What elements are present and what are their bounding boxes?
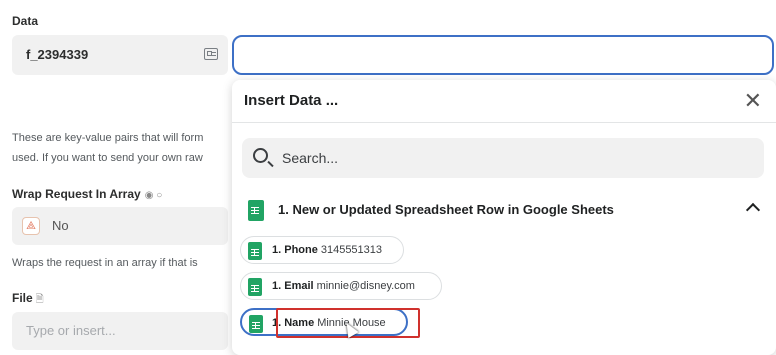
wrap-request-select[interactable]: ⟁ No: [12, 207, 228, 245]
item-value: minnie@disney.com: [316, 280, 415, 292]
file-label: File 🗎: [12, 291, 44, 305]
list-icon[interactable]: [204, 48, 218, 60]
file-placeholder: Type or insert...: [26, 323, 116, 338]
google-sheets-icon: [249, 315, 263, 333]
radio-indicator[interactable]: ◉ ○: [145, 190, 163, 201]
data-description: These are key-value pairs that will form…: [12, 132, 204, 164]
search-input[interactable]: Search...: [242, 138, 764, 178]
wrap-request-help: Wraps the request in an array if that is: [12, 257, 198, 269]
divider: [232, 122, 776, 123]
list-item[interactable]: 1. Email minnie@disney.com: [240, 272, 442, 300]
data-label: Data: [12, 14, 39, 28]
section-title: 1. New or Updated Spreadsheet Row in Goo…: [278, 202, 614, 217]
data-value-input[interactable]: [232, 35, 774, 75]
close-icon[interactable]: ✕: [744, 90, 762, 112]
file-icon: 🗎: [35, 294, 44, 305]
section-header[interactable]: 1. New or Updated Spreadsheet Row in Goo…: [242, 196, 764, 226]
search-icon: [253, 148, 268, 163]
data-key-value: f_2394339: [26, 47, 89, 62]
wrap-request-value: No: [52, 218, 69, 233]
file-input[interactable]: Type or insert...: [12, 312, 228, 350]
dropdown-title: Insert Data ...: [244, 92, 339, 109]
google-sheets-icon: [248, 278, 262, 296]
wrap-request-label: Wrap Request In Array ◉ ○: [12, 187, 163, 201]
item-value: 3145551313: [320, 244, 383, 256]
google-sheets-icon: [248, 242, 262, 260]
search-placeholder: Search...: [282, 150, 339, 166]
list-item[interactable]: 1. Phone 3145551313: [240, 236, 404, 264]
chevron-up-icon[interactable]: [745, 202, 761, 218]
google-sheets-icon: [248, 200, 264, 221]
insert-data-dropdown: Insert Data ... ✕ Search... 1. New or Up…: [232, 80, 776, 355]
webhook-icon: ⟁: [22, 217, 40, 235]
item-key: 1. Email: [272, 280, 314, 292]
item-key: 1. Phone: [272, 244, 318, 256]
data-key-input[interactable]: f_2394339: [12, 35, 228, 75]
